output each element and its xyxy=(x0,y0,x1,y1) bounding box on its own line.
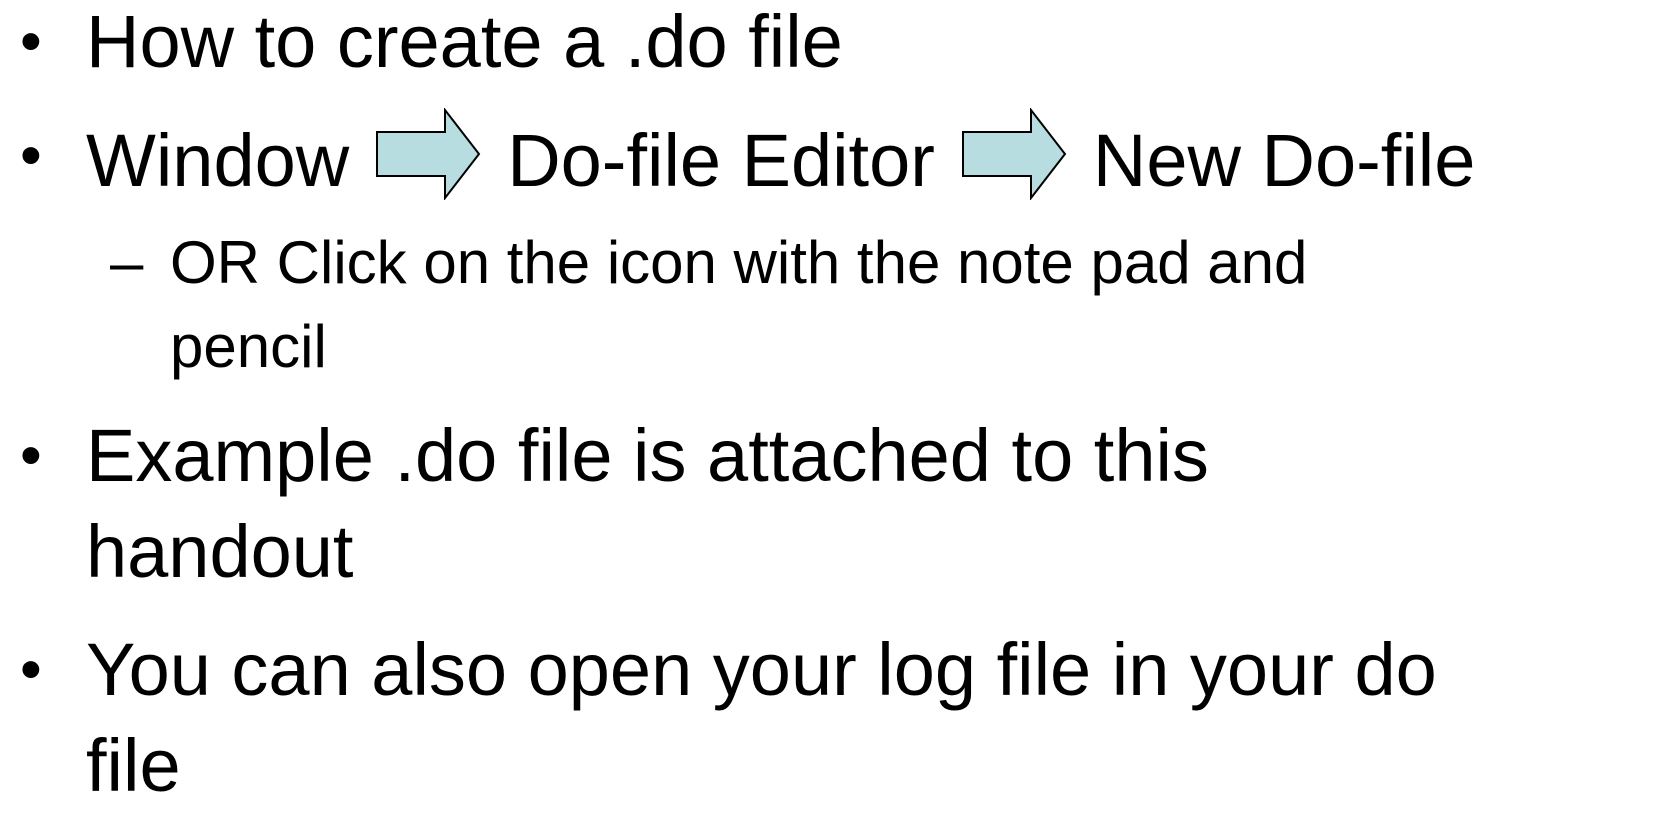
bullet-text: How to create a .do file xyxy=(86,0,843,83)
menu-step-window: Window xyxy=(86,119,350,203)
bullet-marker: • xyxy=(20,421,42,490)
bullet-marker: • xyxy=(20,635,42,704)
sub-bullet-text-line2: pencil xyxy=(170,313,327,380)
menu-path: Window Do-file Editor New Do-file xyxy=(86,106,1475,211)
bullet-text-line1: Example .do file is attached to this xyxy=(86,414,1209,497)
sub-bullet-marker: – xyxy=(110,229,144,296)
menu-step-do-file-editor: Do-file Editor xyxy=(507,119,935,203)
menu-step-new-do-file: New Do-file xyxy=(1092,119,1476,203)
right-arrow-icon xyxy=(376,108,481,201)
bullet-text-line2: handout xyxy=(86,510,354,593)
bullet-marker: • xyxy=(20,121,42,190)
sub-bullet-text-line1: OR Click on the icon with the note pad a… xyxy=(170,229,1308,296)
slide-body: • How to create a .do file • Window Do-f… xyxy=(0,0,1668,840)
right-arrow-icon xyxy=(961,108,1067,201)
bullet-text-line2: file xyxy=(86,724,181,807)
bullet-text-line1: You can also open your log file in your … xyxy=(86,628,1437,711)
bullet-marker: • xyxy=(20,7,42,76)
